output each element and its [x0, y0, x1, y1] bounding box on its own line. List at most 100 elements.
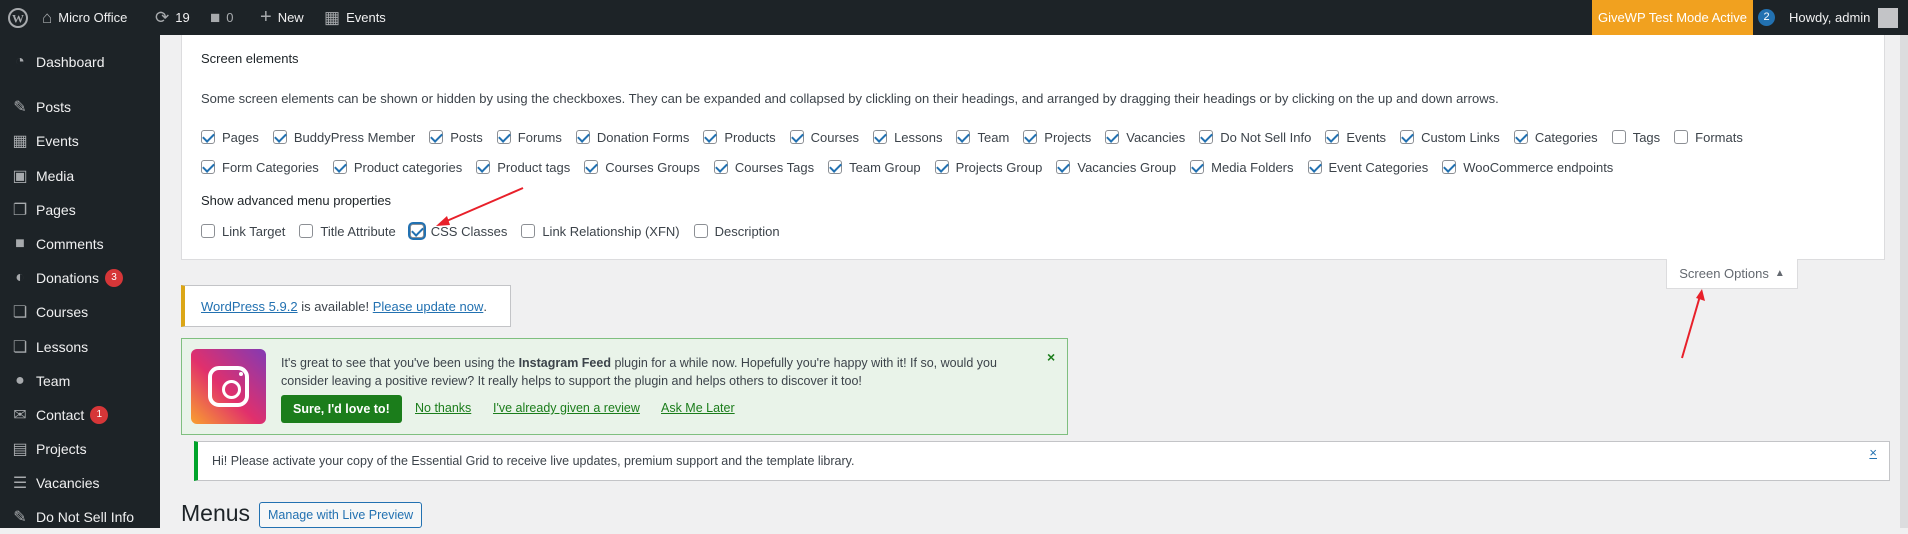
checkbox-link-relationship-xfn[interactable]: Link Relationship (XFN) [521, 224, 680, 239]
checkbox-forums[interactable]: Forums [496, 130, 562, 145]
checkbox-box[interactable] [873, 130, 888, 144]
checkbox-box[interactable] [1023, 130, 1038, 144]
screen-options-button[interactable]: Screen Options ▲ [1666, 259, 1798, 289]
sidebar-item-lessons[interactable]: ❏ Lessons [0, 330, 160, 364]
updates-link[interactable]: ⟳ 19 [155, 0, 190, 35]
sidebar-item-courses[interactable]: ❏ Courses [0, 295, 160, 329]
checkbox-description[interactable]: Description [693, 224, 780, 239]
checkbox-product-categories[interactable]: Product categories [332, 160, 462, 175]
checkbox-buddypress-member[interactable]: BuddyPress Member [272, 130, 415, 145]
checkbox-box[interactable] [934, 160, 949, 174]
checkbox-box[interactable] [693, 224, 708, 238]
checkbox-box[interactable] [584, 160, 599, 174]
close-icon[interactable]: × [1047, 349, 1055, 365]
checkbox-formats[interactable]: Formats [1674, 130, 1743, 145]
page-scrollbar[interactable] [1900, 35, 1908, 528]
checkbox-box[interactable] [1307, 160, 1322, 174]
manage-live-preview-button[interactable]: Manage with Live Preview [259, 502, 423, 528]
checkbox-box[interactable] [1325, 130, 1340, 144]
checkbox-link-target[interactable]: Link Target [201, 224, 285, 239]
notifications-link[interactable]: 2 [1758, 0, 1775, 35]
checkbox-box[interactable] [1400, 130, 1415, 144]
checkbox-css-classes[interactable]: CSS Classes [409, 224, 507, 239]
wordpress-version-link[interactable]: WordPress 5.9.2 [201, 299, 298, 314]
sidebar-item-team[interactable]: ● Team [0, 364, 160, 398]
checkbox-custom-links[interactable]: Custom Links [1400, 130, 1500, 145]
sidebar-item-dashboard[interactable]: ◔ Dashboard [0, 45, 160, 79]
checkbox-box[interactable] [409, 224, 424, 238]
checkbox-vacancies[interactable]: Vacancies [1105, 130, 1185, 145]
checkbox-box[interactable] [1442, 160, 1457, 174]
checkbox-box[interactable] [272, 130, 287, 144]
wordpress-logo-icon[interactable]: W [8, 0, 28, 35]
checkbox-courses[interactable]: Courses [789, 130, 859, 145]
checkbox-box[interactable] [1056, 160, 1071, 174]
checkbox-box[interactable] [1105, 130, 1120, 144]
checkbox-box[interactable] [789, 130, 804, 144]
checkbox-box[interactable] [332, 160, 347, 174]
site-name-link[interactable]: ⌂ Micro Office [42, 0, 127, 35]
checkbox-lessons[interactable]: Lessons [873, 130, 942, 145]
checkbox-box[interactable] [201, 130, 215, 144]
checkbox-box[interactable] [1513, 130, 1528, 144]
sidebar-item-donations[interactable]: ◐ Donations 3 [0, 261, 160, 295]
events-link[interactable]: ▦ Events [324, 0, 386, 35]
sidebar-item-comments[interactable]: ■ Comments [0, 227, 160, 261]
leave-review-button[interactable]: Sure, I'd love to! [281, 395, 402, 423]
checkbox-pages[interactable]: Pages [201, 130, 259, 145]
checkbox-do-not-sell-info[interactable]: Do Not Sell Info [1199, 130, 1311, 145]
account-menu[interactable]: Howdy, admin [1789, 0, 1899, 35]
checkbox-vacancies-group[interactable]: Vacancies Group [1056, 160, 1176, 175]
checkbox-tags[interactable]: Tags [1611, 130, 1660, 145]
checkbox-event-categories[interactable]: Event Categories [1307, 160, 1428, 175]
checkbox-box[interactable] [496, 130, 511, 144]
ask-later-link[interactable]: Ask Me Later [661, 401, 735, 415]
checkbox-events[interactable]: Events [1325, 130, 1386, 145]
checkbox-posts[interactable]: Posts [429, 130, 483, 145]
checkbox-box[interactable] [201, 160, 215, 174]
checkbox-box[interactable] [476, 160, 491, 174]
checkbox-box[interactable] [521, 224, 536, 238]
checkbox-team[interactable]: Team [956, 130, 1009, 145]
checkbox-box[interactable] [1190, 160, 1205, 174]
checkbox-team-group[interactable]: Team Group [828, 160, 921, 175]
checkbox-projects[interactable]: Projects [1023, 130, 1091, 145]
sidebar-item-pages[interactable]: ❐ Pages [0, 193, 160, 227]
checkbox-box[interactable] [1199, 130, 1214, 144]
givewp-test-mode-badge[interactable]: GiveWP Test Mode Active [1592, 0, 1753, 35]
checkbox-box[interactable] [703, 130, 718, 144]
checkbox-donation-forms[interactable]: Donation Forms [575, 130, 689, 145]
checkbox-box[interactable] [956, 130, 971, 144]
sidebar-item-media[interactable]: ▣ Media [0, 159, 160, 193]
sidebar-item-projects[interactable]: ▤ Projects [0, 432, 160, 466]
sidebar-item-events[interactable]: ▦ Events [0, 124, 160, 158]
sidebar-item-contact[interactable]: ✉ Contact 1 [0, 398, 160, 432]
sidebar-item-do-not-sell-info[interactable]: ✎ Do Not Sell Info [0, 500, 160, 534]
comments-link[interactable]: ■ 0 [210, 0, 234, 35]
checkbox-courses-tags[interactable]: Courses Tags [713, 160, 814, 175]
checkbox-box[interactable] [1674, 130, 1689, 144]
checkbox-box[interactable] [1611, 130, 1626, 144]
checkbox-box[interactable] [713, 160, 728, 174]
checkbox-box[interactable] [299, 224, 314, 238]
checkbox-projects-group[interactable]: Projects Group [934, 160, 1042, 175]
checkbox-form-categories[interactable]: Form Categories [201, 160, 319, 175]
checkbox-box[interactable] [429, 130, 444, 144]
checkbox-courses-groups[interactable]: Courses Groups [584, 160, 700, 175]
checkbox-categories[interactable]: Categories [1513, 130, 1598, 145]
checkbox-box[interactable] [828, 160, 843, 174]
new-content-link[interactable]: + New [260, 0, 304, 35]
checkbox-title-attribute[interactable]: Title Attribute [299, 224, 396, 239]
checkbox-product-tags[interactable]: Product tags [476, 160, 570, 175]
sidebar-item-posts[interactable]: ✎ Posts [0, 90, 160, 124]
checkbox-products[interactable]: Products [703, 130, 776, 145]
already-reviewed-link[interactable]: I've already given a review [493, 401, 640, 415]
dismiss-icon[interactable]: × [1869, 445, 1877, 460]
no-thanks-link[interactable]: No thanks [415, 401, 471, 415]
checkbox-woocommerce-endpoints[interactable]: WooCommerce endpoints [1442, 160, 1613, 175]
checkbox-media-folders[interactable]: Media Folders [1190, 160, 1294, 175]
sidebar-item-vacancies[interactable]: ☰ Vacancies [0, 466, 160, 500]
update-now-link[interactable]: Please update now [373, 299, 484, 314]
checkbox-box[interactable] [575, 130, 590, 144]
checkbox-box[interactable] [201, 224, 215, 238]
